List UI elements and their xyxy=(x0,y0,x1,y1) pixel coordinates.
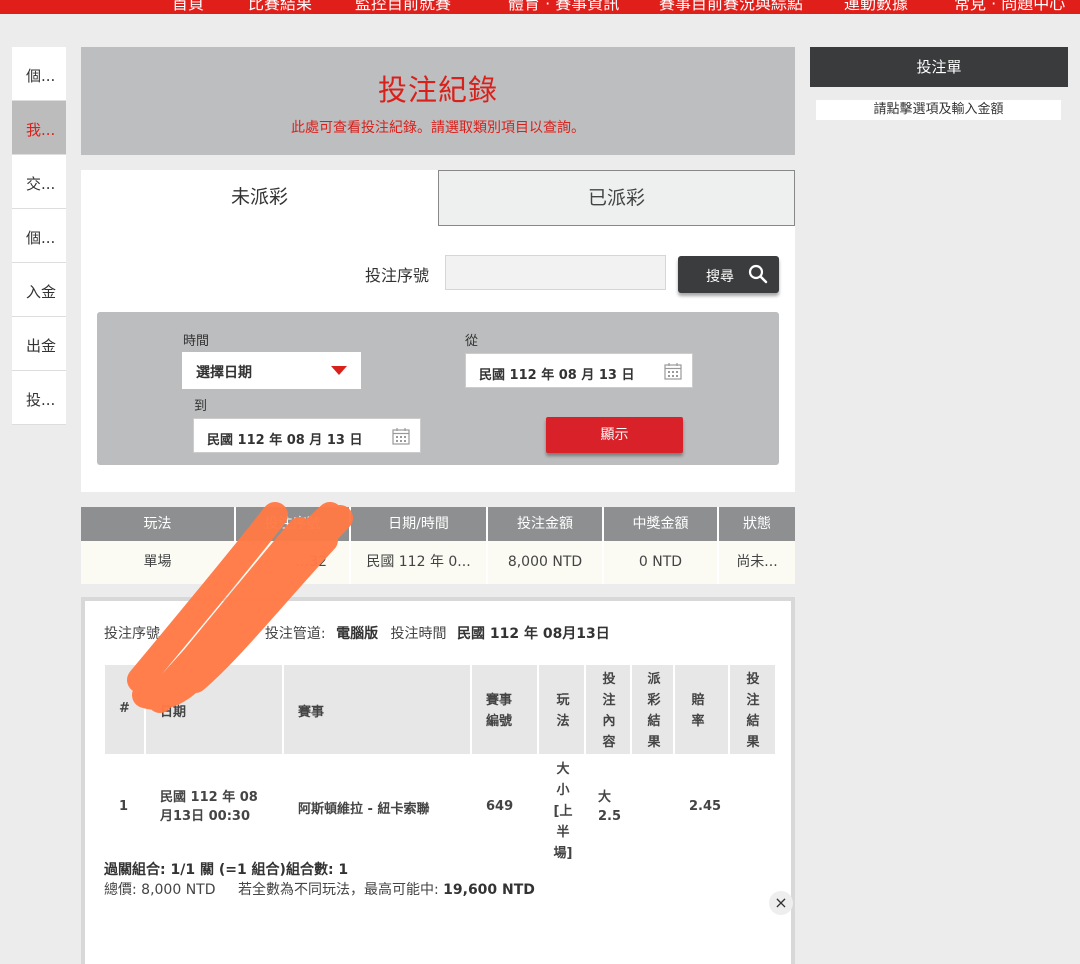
search-button-label: 搜尋 xyxy=(706,269,734,285)
top-nav-item-monitor[interactable]: 監控目前就賽 xyxy=(355,0,451,14)
combo-summary: 過關組合: 1/1 關 (=1 組合)組合數: 1 xyxy=(104,862,349,878)
table-header-row: 玩法 投注序號 日期/時間 投注金額 中獎金額 狀態 xyxy=(81,507,795,541)
page-title: 投注紀錄 xyxy=(377,73,498,107)
filter-panel: 未派彩 已派彩 投注序號 搜尋 時間 選擇日期 從 民國 112 年 08 月 … xyxy=(81,170,795,492)
column-header: 玩法 xyxy=(81,507,236,541)
column-header: 賽事 xyxy=(284,665,472,754)
serial-label: 投注序號 xyxy=(365,266,430,285)
total-value: 8,000 NTD xyxy=(141,882,216,898)
column-header: 中獎金額 xyxy=(604,507,719,541)
date-range-select-value: 選擇日期 xyxy=(196,365,252,381)
top-nav-item-home[interactable]: 首頁 xyxy=(172,0,204,14)
from-label: 從 xyxy=(465,334,479,349)
top-nav-item-status[interactable]: 賽事目前賽況與綜點 xyxy=(659,0,803,14)
caret-down-icon xyxy=(331,366,347,375)
sidebar-item-deposit[interactable]: 入金 xyxy=(12,263,66,317)
column-header: # xyxy=(105,665,146,754)
top-nav-bar: 首頁 比賽結果 監控目前就賽 體育 · 賽事資訊 賽事目前賽況與綜點 運動數據 … xyxy=(0,0,1080,14)
main-content: 投注紀錄 此處可查看投注紀錄。請選取類別項目以查詢。 未派彩 已派彩 投注序號 … xyxy=(81,47,795,964)
bet-summary-table: 玩法 投注序號 日期/時間 投注金額 中獎金額 狀態 單場 …32 民國 112… xyxy=(81,507,795,584)
max-win-label: 若全數為不同玩法，最高可能中: xyxy=(237,882,439,898)
column-header: 投注結果 xyxy=(730,665,775,754)
max-win-value: 19,600 NTD xyxy=(443,882,535,898)
sidebar-item-my-bets[interactable]: 我... xyxy=(12,101,66,155)
calendar-icon[interactable] xyxy=(392,427,410,445)
bet-detail-card: 投注序號 投注管道: 電腦版 投注時間 民國 112 年 08月13日 # 日期… xyxy=(81,597,795,964)
bet-meta: 投注序號 投注管道: 電腦版 投注時間 民國 112 年 08月13日 xyxy=(104,623,618,643)
column-header: 日期/時間 xyxy=(351,507,488,541)
calendar-icon[interactable] xyxy=(664,362,682,380)
table-cell: 單場 xyxy=(81,541,236,584)
sidebar-item-bets[interactable]: 投... xyxy=(12,371,66,425)
from-date-value: 民國 112 年 08 月 13 日 xyxy=(479,368,635,383)
table-cell: 尚未... xyxy=(719,541,795,584)
date-filter-box: 時間 選擇日期 從 民國 112 年 08 月 13 日 到 民國 112 年 … xyxy=(97,312,779,465)
page-header: 投注紀錄 此處可查看投注紀錄。請選取類別項目以查詢。 xyxy=(81,47,795,155)
table-row[interactable]: 單場 …32 民國 112 年 0... 8,000 NTD 0 NTD 尚未.… xyxy=(81,541,795,584)
top-nav-item-info[interactable]: 體育 · 賽事資訊 xyxy=(508,0,619,14)
row-bet: 大 2.5 xyxy=(598,790,622,824)
tab-settled[interactable]: 已派彩 xyxy=(438,170,795,226)
to-label: 到 xyxy=(194,399,208,414)
bet-slip-hint: 請點擊選項及輸入金額 xyxy=(816,100,1061,120)
sidebar: 個... 我... 交... 個... 入金 出金 投... xyxy=(12,47,66,425)
tab-unsettled[interactable]: 未派彩 xyxy=(81,170,438,226)
column-header: 派彩結果 xyxy=(632,665,675,754)
close-icon[interactable]: × xyxy=(769,891,793,915)
total-label: 總價: xyxy=(104,882,137,898)
column-header: 日期 xyxy=(146,665,284,754)
detail-header-row: # 日期 賽事 賽事編號 玩法 投注內容 派彩結果 賠率 投注結果 xyxy=(105,665,775,754)
to-date-field[interactable]: 民國 112 年 08 月 13 日 xyxy=(193,418,421,453)
bet-slip: 投注單 請點擊選項及輸入金額 xyxy=(810,47,1068,126)
bet-time-label: 投注時間 xyxy=(390,626,447,642)
table-cell: 8,000 NTD xyxy=(488,541,604,584)
top-nav-item-stats[interactable]: 運動數據 xyxy=(844,0,908,14)
column-header: 賽事編號 xyxy=(472,665,539,754)
column-header: 玩法 xyxy=(539,665,586,754)
column-header: 狀態 xyxy=(719,507,795,541)
show-button[interactable]: 顯示 xyxy=(546,417,683,453)
page-subtitle: 此處可查看投注紀錄。請選取類別項目以查詢。 xyxy=(291,120,585,136)
column-header: 投注序號 xyxy=(236,507,351,541)
sidebar-item-withdraw[interactable]: 出金 xyxy=(12,317,66,371)
row-odds: 2.45 xyxy=(689,799,722,814)
channel-value: 電腦版 xyxy=(336,626,379,642)
to-date-value: 民國 112 年 08 月 13 日 xyxy=(207,433,363,448)
sidebar-item-personal[interactable]: 個... xyxy=(12,209,66,263)
search-icon xyxy=(748,264,768,284)
date-range-select[interactable]: 選擇日期 xyxy=(182,352,361,389)
column-header: 投注內容 xyxy=(586,665,632,754)
channel-label: 投注管道: xyxy=(264,626,326,642)
column-header: 賠率 xyxy=(675,665,730,754)
time-label: 時間 xyxy=(183,334,210,349)
column-header: 投注金額 xyxy=(488,507,604,541)
top-nav-item-results[interactable]: 比賽結果 xyxy=(248,0,312,14)
total-line: 總價: 8,000 NTD 若全數為不同玩法，最高可能中: 19,600 NTD xyxy=(104,879,535,899)
table-cell: …32 xyxy=(236,541,351,584)
top-nav-item-help[interactable]: 常見 · 問題中心 xyxy=(954,0,1065,14)
sidebar-item-transactions[interactable]: 交... xyxy=(12,155,66,209)
from-date-field[interactable]: 民國 112 年 08 月 13 日 xyxy=(465,353,693,388)
search-button[interactable]: 搜尋 xyxy=(678,256,779,293)
bet-slip-title: 投注單 xyxy=(810,47,1068,87)
sidebar-item-profile[interactable]: 個... xyxy=(12,47,66,101)
serial-meta-label: 投注序號 xyxy=(104,626,160,642)
row-play: 大小[上半場] xyxy=(553,762,573,861)
table-cell: 民國 112 年 0... xyxy=(351,541,488,584)
bet-time-value: 民國 112 年 08月13日 xyxy=(456,626,610,642)
serial-input[interactable] xyxy=(445,255,666,290)
table-cell: 0 NTD xyxy=(604,541,719,584)
